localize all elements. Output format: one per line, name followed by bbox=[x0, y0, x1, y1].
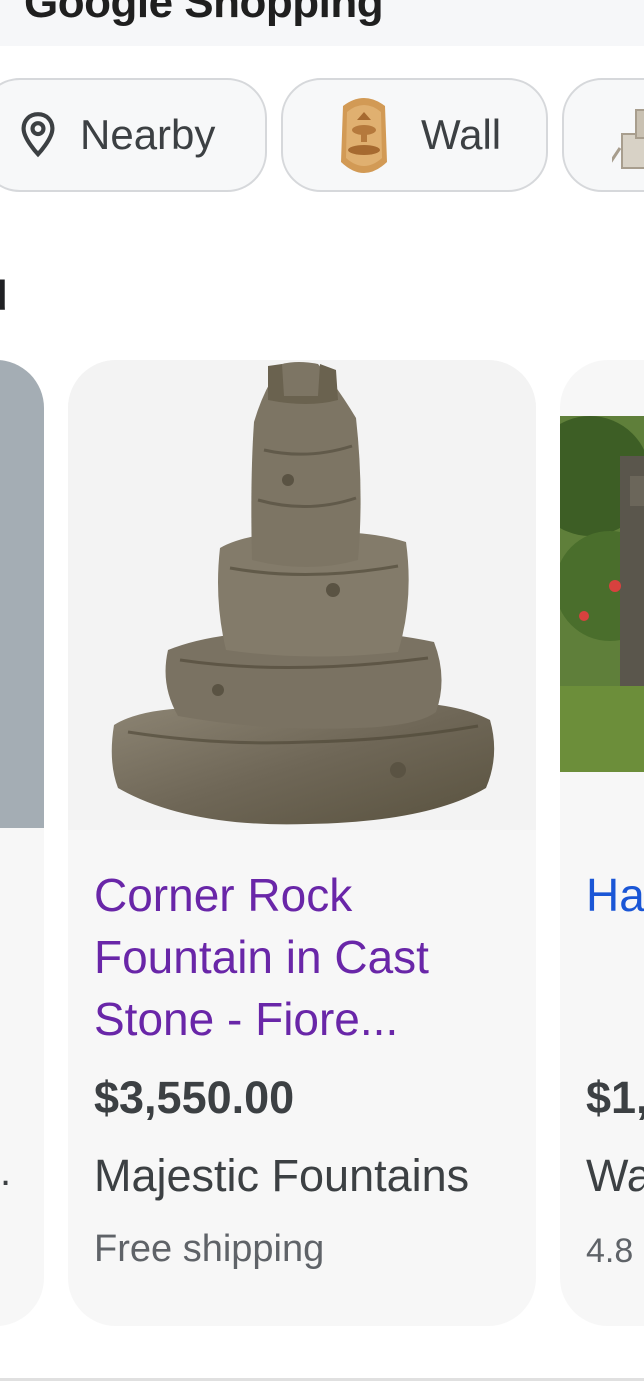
header: Google Shopping bbox=[0, 0, 644, 46]
section-heading: d bbox=[0, 272, 8, 320]
product-title[interactable]: Corner Rock Fountain in Cast Stone - Fio… bbox=[94, 864, 514, 1050]
page-title: Google Shopping bbox=[24, 0, 384, 27]
chip-nearby[interactable]: Nearby bbox=[0, 78, 267, 192]
product-image[interactable] bbox=[68, 360, 536, 830]
chip-stone-fountain[interactable] bbox=[562, 78, 644, 192]
product-title[interactable]: Ha We Flo bbox=[586, 864, 644, 926]
chip-label: Wall bbox=[421, 111, 502, 158]
shopping-results-page: Google Shopping Nearby Wall d . bbox=[0, 0, 644, 1399]
product-shipping: Free shipping bbox=[94, 1228, 325, 1270]
divider bbox=[0, 1378, 644, 1381]
product-image[interactable] bbox=[560, 416, 644, 772]
chip-wall[interactable]: Wall bbox=[281, 78, 548, 192]
product-price: $3,550.00 bbox=[94, 1072, 295, 1123]
location-pin-icon bbox=[21, 112, 55, 158]
product-text-fragment: . bbox=[0, 1150, 12, 1194]
product-card-next[interactable]: Ha We Flo $1, Wa 4.8 bbox=[560, 360, 644, 1326]
wall-fountain-thumbnail bbox=[341, 98, 387, 173]
product-rating: 4.8 bbox=[586, 1232, 634, 1270]
product-image bbox=[0, 360, 44, 828]
product-card[interactable]: Corner Rock Fountain in Cast Stone - Fio… bbox=[68, 360, 536, 1326]
chip-label: Nearby bbox=[80, 111, 216, 158]
stone-fountain-thumbnail bbox=[612, 109, 644, 169]
product-store: Wa bbox=[586, 1150, 644, 1201]
product-price: $1, bbox=[586, 1072, 644, 1123]
product-store: Majestic Fountains bbox=[94, 1150, 470, 1201]
rock-fountain-image bbox=[111, 362, 495, 825]
garden-fountain-image bbox=[560, 416, 644, 772]
